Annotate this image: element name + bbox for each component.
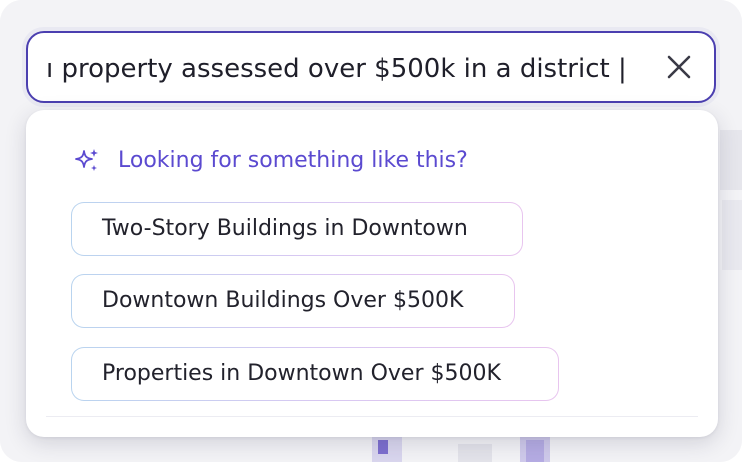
- map-block: [720, 130, 742, 190]
- map-marker-detail: [378, 440, 388, 454]
- map-block: [526, 440, 544, 462]
- close-icon[interactable]: [662, 50, 696, 84]
- search-bar[interactable]: ı property assessed over $500k in a dist…: [26, 31, 716, 103]
- divider: [46, 416, 698, 417]
- suggestion-chip[interactable]: Downtown Buildings Over $500K: [71, 274, 515, 328]
- sparkle-icon: [75, 149, 98, 171]
- suggestions-title: Looking for something like this?: [118, 148, 468, 173]
- app-frame: ı property assessed over $500k in a dist…: [0, 0, 742, 462]
- suggestions-header: Looking for something like this?: [74, 146, 468, 176]
- search-input[interactable]: ı property assessed over $500k in a dist…: [46, 53, 646, 85]
- suggestions-dropdown: Looking for something like this? Two-Sto…: [26, 110, 718, 437]
- search-input-value: ı property assessed over $500k in a dist…: [46, 54, 627, 84]
- suggestion-chip[interactable]: Two-Story Buildings in Downtown: [71, 202, 523, 256]
- map-block: [722, 200, 742, 270]
- suggestion-chip[interactable]: Properties in Downtown Over $500K: [71, 347, 559, 401]
- map-block: [458, 444, 492, 462]
